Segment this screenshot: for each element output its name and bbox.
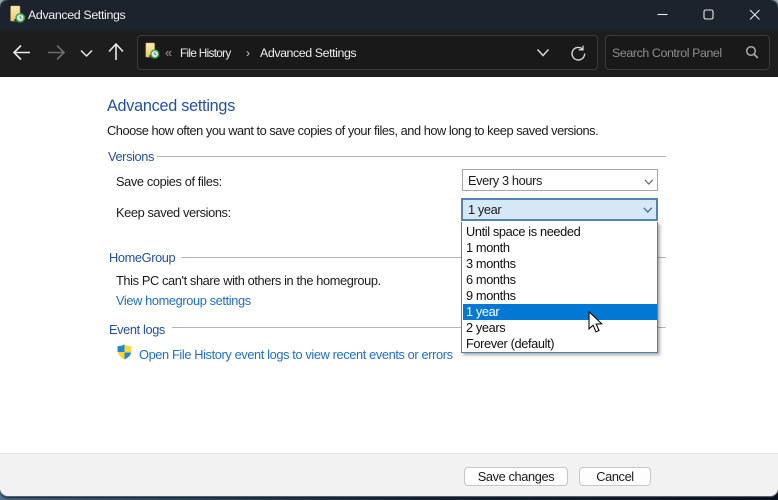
svg-text:«: « (165, 45, 172, 60)
